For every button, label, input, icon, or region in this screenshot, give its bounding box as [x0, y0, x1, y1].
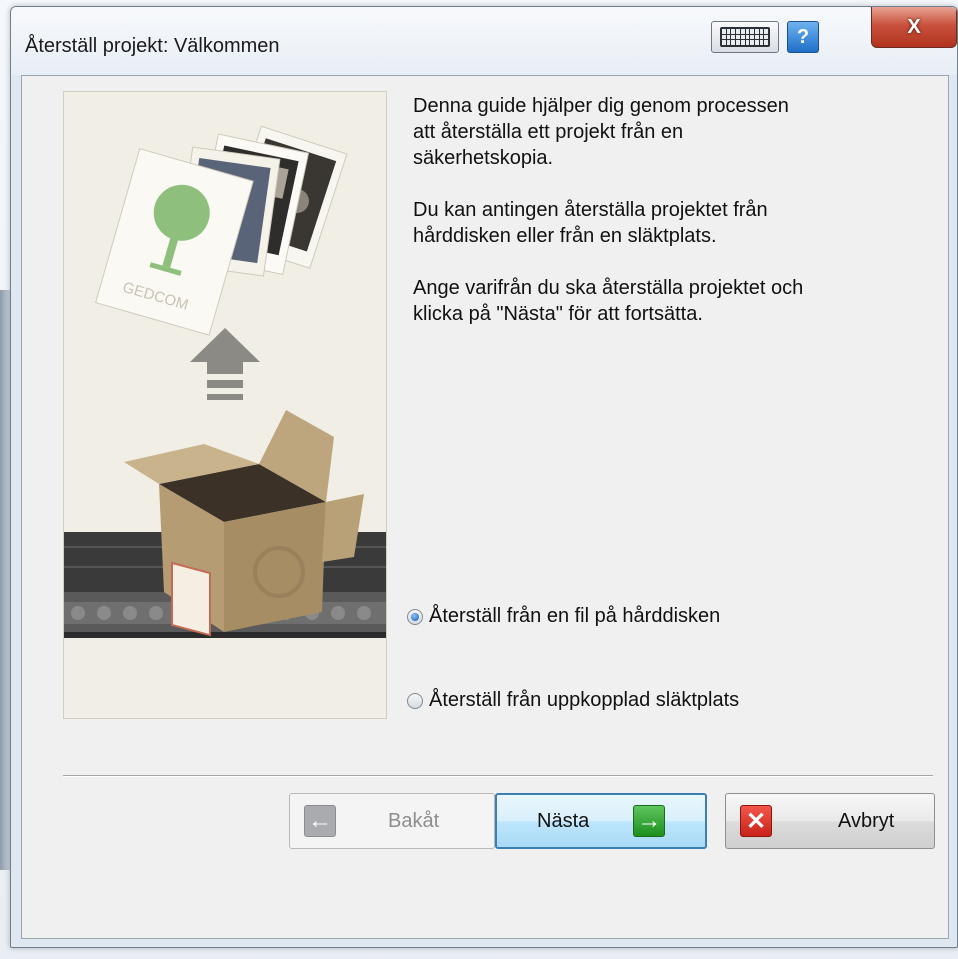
option-restore-from-file-label: Återställ från en fil på hårddisken: [429, 605, 721, 627]
cancel-button-label: Avbryt: [838, 809, 895, 832]
description-paragraph-2: Du kan antingen återställa projektet frå…: [413, 199, 768, 247]
option-restore-from-online-label: Återställ från uppkopplad släktplats: [429, 689, 740, 711]
next-button-label: Nästa: [537, 809, 590, 832]
close-button[interactable]: X: [871, 7, 957, 48]
restore-illustration: GEDCOM: [63, 91, 387, 719]
back-button-label: Bakåt: [388, 809, 440, 832]
help-icon: ?: [796, 25, 810, 48]
back-button[interactable]: ← Bakåt: [289, 793, 495, 849]
description-text: Denna guide hjälper dig genom processen …: [413, 93, 913, 353]
option-restore-from-file[interactable]: Återställ från en fil på hårddisken: [407, 605, 720, 628]
description-paragraph-1: Denna guide hjälper dig genom processen …: [413, 95, 789, 169]
help-button[interactable]: ?: [787, 21, 819, 53]
cancel-button[interactable]: ✕ Avbryt: [725, 793, 935, 849]
radio-restore-from-file[interactable]: [407, 608, 423, 625]
arrow-right-icon: →: [633, 805, 666, 837]
window-title: Återställ projekt: Välkommen: [25, 35, 280, 57]
keyboard-icon: [720, 27, 770, 47]
next-button[interactable]: Nästa →: [495, 793, 707, 849]
title-bar[interactable]: Återställ projekt: Välkommen ? X: [11, 7, 957, 75]
keyboard-button[interactable]: [711, 21, 779, 53]
restore-project-dialog: Återställ projekt: Välkommen ? X GEDCOM …: [10, 6, 958, 948]
option-restore-from-online[interactable]: Återställ från uppkopplad släktplats: [407, 689, 739, 712]
description-paragraph-3: Ange varifrån du ska återställa projekte…: [413, 277, 804, 325]
arrow-left-icon: ←: [304, 805, 336, 837]
close-icon: X: [907, 15, 921, 38]
window-edge: [0, 290, 10, 870]
button-separator: [63, 775, 933, 777]
radio-restore-from-online[interactable]: [407, 692, 423, 709]
cancel-x-icon: ✕: [740, 805, 772, 837]
illustration-graphic: GEDCOM: [64, 92, 386, 718]
